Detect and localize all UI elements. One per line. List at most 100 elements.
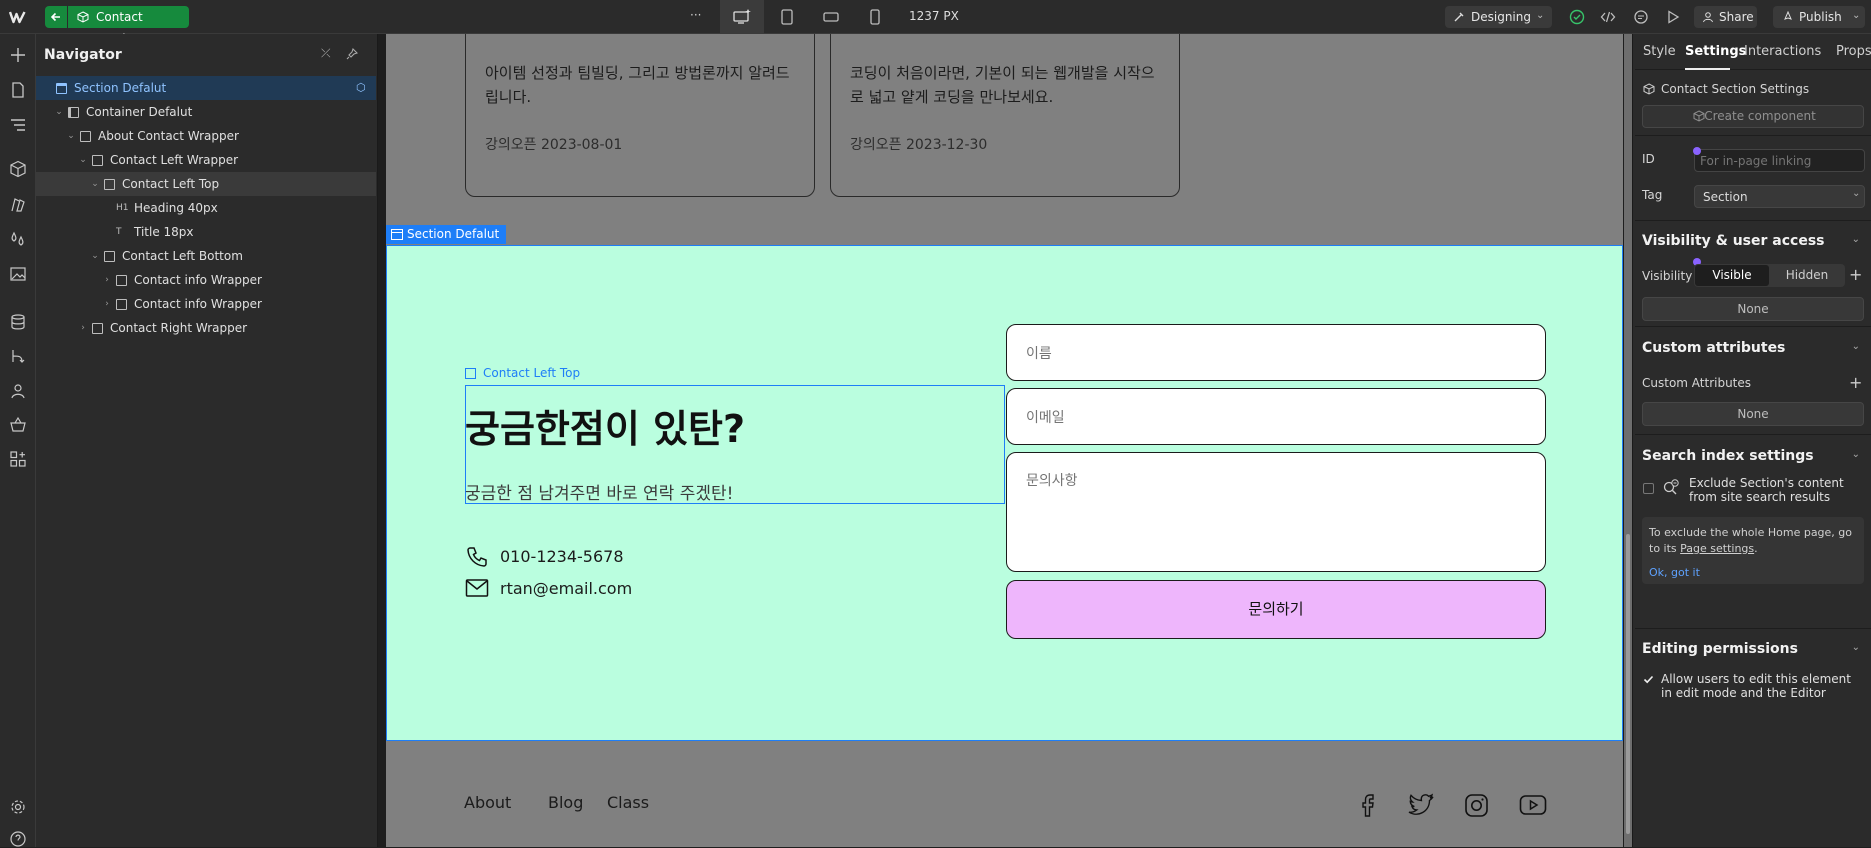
navigator-item[interactable]: H1 Heading 40px (36, 196, 376, 220)
apps-icon[interactable] (9, 450, 27, 468)
navigator-item[interactable]: › Contact Right Wrapper (36, 316, 376, 340)
submit-button[interactable]: 문의하기 (1006, 580, 1546, 639)
footer-link-blog[interactable]: Blog (548, 793, 583, 812)
settings-title: Contact Section Settings (1661, 82, 1810, 96)
message-textarea[interactable] (1006, 452, 1546, 572)
expand-caret-icon[interactable]: › (102, 268, 112, 292)
course-card[interactable]: 코딩이 처음이라면, 기본이 되는 웹개발을 시작으 로 넓고 얕게 코딩을 만… (830, 34, 1180, 197)
users-icon[interactable] (9, 382, 27, 400)
mode-dropdown[interactable]: Designing ⌄ (1445, 6, 1552, 28)
tablet-icon[interactable] (780, 9, 794, 25)
breakpoint-desktop-active[interactable] (720, 0, 764, 34)
chevron-down-icon[interactable]: ⌄ (1852, 642, 1860, 653)
div-icon (92, 323, 103, 334)
logic-flow-icon[interactable] (9, 348, 27, 366)
visibility-heading[interactable]: Visibility & user access (1642, 233, 1825, 249)
canvas-scrollbar[interactable] (1624, 34, 1632, 847)
name-input[interactable] (1006, 324, 1546, 381)
id-input[interactable] (1694, 149, 1865, 172)
preview-play-icon[interactable] (1665, 9, 1681, 25)
footer-link-class[interactable]: Class (607, 793, 649, 812)
email-input[interactable] (1006, 388, 1546, 445)
navigator-item[interactable]: ⌄ Contact Left Bottom (36, 244, 376, 268)
hidden-option[interactable]: Hidden (1770, 265, 1844, 286)
navigator-item[interactable]: Section Defalut ⬡ (36, 76, 376, 100)
navigator-item-label: Contact Right Wrapper (110, 321, 248, 335)
navigator-item[interactable]: ⌄ Container Defalut (36, 100, 376, 124)
visible-option[interactable]: Visible (1695, 265, 1769, 286)
components-icon[interactable] (9, 160, 27, 178)
div-icon (104, 179, 115, 190)
custom-attributes-heading[interactable]: Custom attributes (1642, 340, 1785, 356)
assets-image-icon[interactable] (9, 265, 27, 283)
expand-caret-icon[interactable]: ⌄ (78, 148, 88, 172)
expand-caret-icon[interactable]: ⌄ (90, 244, 100, 268)
navigator-item[interactable]: T Title 18px (36, 220, 376, 244)
navigator-item[interactable]: › Contact info Wrapper (36, 268, 376, 292)
navigator-item[interactable]: ⌄ About Contact Wrapper (36, 124, 376, 148)
canvas-scrollbar-thumb[interactable] (1626, 534, 1630, 834)
expand-caret-icon[interactable]: ⌄ (66, 124, 76, 148)
add-icon[interactable] (9, 46, 27, 64)
tag-select[interactable]: Section ⌄ (1694, 185, 1865, 208)
back-button[interactable] (45, 6, 67, 28)
navigator-item[interactable]: ⌄ Contact Left Wrapper (36, 148, 376, 172)
panel-scrollbar[interactable] (1633, 34, 1635, 847)
comment-icon[interactable] (1633, 9, 1649, 25)
checkmark-icon[interactable] (1643, 674, 1654, 685)
chevron-down-icon[interactable]: ⌄ (1852, 234, 1860, 245)
expand-caret-icon[interactable]: ⌄ (90, 172, 100, 196)
section-selection-tag[interactable]: Section Defalut (386, 225, 507, 244)
tab-settings[interactable]: Settings (1685, 44, 1746, 59)
add-visibility-icon[interactable]: + (1849, 265, 1862, 284)
publish-button[interactable]: Publish ⌄ (1773, 6, 1865, 28)
tab-props[interactable]: Props (1836, 44, 1871, 59)
instagram-icon[interactable] (1464, 793, 1489, 818)
pages-icon[interactable] (9, 81, 27, 99)
pin-icon[interactable] (346, 48, 358, 60)
style-manager-icon[interactable] (9, 196, 27, 214)
contact-section[interactable]: Contact Left Top 궁금한점이 있탄? 궁금한 점 남겨주면 바로… (386, 245, 1623, 741)
settings-gear-icon[interactable] (9, 798, 27, 816)
component-badge[interactable]: Contact Section (68, 6, 189, 46)
variables-drops-icon[interactable] (9, 230, 27, 248)
more-options-button[interactable]: ··· (690, 8, 701, 22)
design-canvas[interactable]: 아이템 선정과 팀빌딩, 그리고 방법론까지 알려드 립니다. 강의오픈 202… (386, 34, 1623, 847)
search-index-heading[interactable]: Search index settings (1642, 448, 1814, 464)
navigator-item-label: Contact Left Wrapper (110, 153, 239, 167)
tab-style[interactable]: Style (1643, 44, 1676, 59)
ok-got-it-link[interactable]: Ok, got it (1649, 566, 1700, 579)
navigator-item[interactable]: ⌄ Contact Left Top (36, 172, 376, 196)
ecommerce-basket-icon[interactable] (9, 416, 27, 434)
webflow-logo-icon[interactable] (9, 9, 27, 25)
course-card[interactable]: 아이템 선정과 팀빌딩, 그리고 방법론까지 알려드 립니다. 강의오픈 202… (465, 34, 815, 197)
expand-caret-icon[interactable]: › (78, 316, 88, 340)
chevron-down-icon[interactable]: ⌄ (1852, 341, 1860, 352)
exclude-checkbox[interactable] (1643, 483, 1654, 494)
add-attribute-icon[interactable]: + (1849, 373, 1862, 392)
component-icon[interactable]: ⬡ (356, 76, 366, 100)
share-button[interactable]: Share (1694, 6, 1757, 28)
chevron-down-icon[interactable]: ⌄ (1852, 449, 1860, 460)
navigator-icon[interactable] (9, 116, 27, 134)
collapse-all-icon[interactable]: ⤫ (321, 46, 331, 61)
footer-link-about[interactable]: About (464, 793, 511, 812)
expand-caret-icon[interactable]: ⌄ (54, 100, 64, 124)
editing-permissions-heading[interactable]: Editing permissions (1642, 641, 1798, 657)
mobile-landscape-icon[interactable] (823, 11, 839, 23)
mobile-portrait-icon[interactable] (869, 9, 881, 25)
create-component-button[interactable]: Create component (1642, 105, 1864, 128)
code-icon[interactable] (1600, 9, 1616, 25)
check-circle-icon[interactable] (1569, 9, 1585, 25)
facebook-icon[interactable] (1356, 792, 1380, 818)
youtube-icon[interactable] (1519, 794, 1547, 816)
cms-database-icon[interactable] (9, 313, 27, 331)
twitter-icon[interactable] (1407, 793, 1435, 817)
contact-subtitle[interactable]: 궁금한 점 남겨주면 바로 연락 주겠탄! (465, 479, 733, 504)
expand-caret-icon[interactable]: › (102, 292, 112, 316)
navigator-item[interactable]: › Contact info Wrapper (36, 292, 376, 316)
help-icon[interactable] (9, 830, 27, 848)
page-settings-link[interactable]: Page settings (1680, 542, 1754, 555)
contact-heading[interactable]: 궁금한점이 있탄? (465, 398, 745, 453)
tab-interactions[interactable]: Interactions (1744, 44, 1821, 59)
